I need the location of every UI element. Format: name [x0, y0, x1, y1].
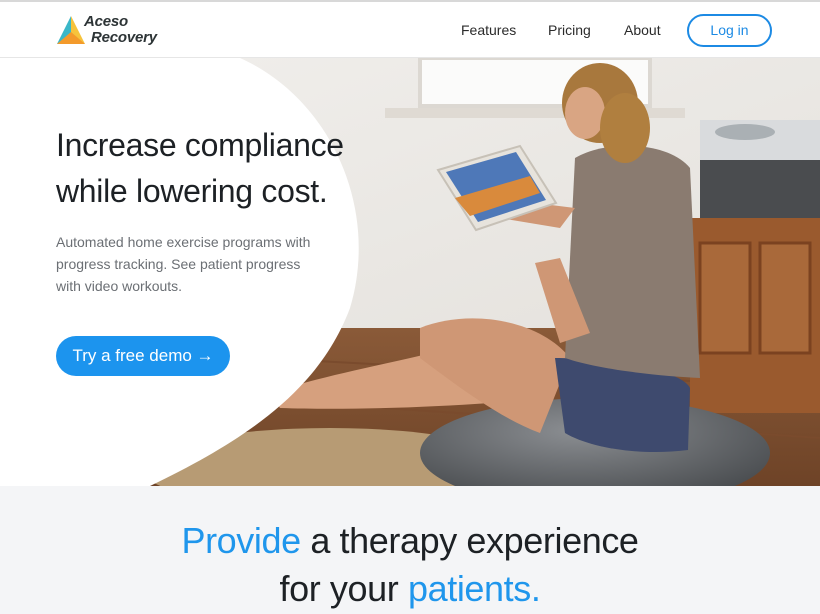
feature-heading-line2-start: for your: [279, 568, 408, 609]
feature-section: Provide a therapy experience for your pa…: [0, 486, 820, 614]
brand-name-line1: Aceso: [84, 13, 129, 30]
nav-link-pricing[interactable]: Pricing: [548, 22, 591, 38]
hero-headline: Increase compliance while lowering cost.: [56, 122, 416, 214]
feature-heading-line1: Provide a therapy experience: [0, 520, 820, 562]
nav-link-features[interactable]: Features: [461, 22, 516, 38]
hero-headline-line2: while lowering cost.: [56, 173, 328, 209]
hero-subtitle: Automated home exercise programs with pr…: [56, 234, 311, 294]
navbar: Aceso Recovery Features Pricing About Lo…: [0, 2, 820, 58]
login-button[interactable]: Log in: [687, 14, 772, 47]
free-demo-button[interactable]: Try a free demo →: [56, 336, 230, 376]
hero-headline-line1: Increase compliance: [56, 127, 344, 163]
feature-highlight-provide: Provide: [181, 520, 301, 561]
feature-heading-line2: for your patients.: [0, 568, 820, 610]
brand-name-line2: Recovery: [91, 29, 157, 46]
logo-triangle-icon: [57, 16, 85, 44]
feature-highlight-patients: patients.: [407, 568, 541, 609]
feature-heading-line1-rest: a therapy experience: [300, 520, 639, 561]
hero-section: Increase compliance while lowering cost.…: [0, 58, 820, 486]
brand-name: Aceso Recovery: [84, 14, 157, 46]
brand-logo[interactable]: Aceso Recovery: [56, 14, 196, 48]
nav-link-about[interactable]: About: [624, 22, 661, 38]
